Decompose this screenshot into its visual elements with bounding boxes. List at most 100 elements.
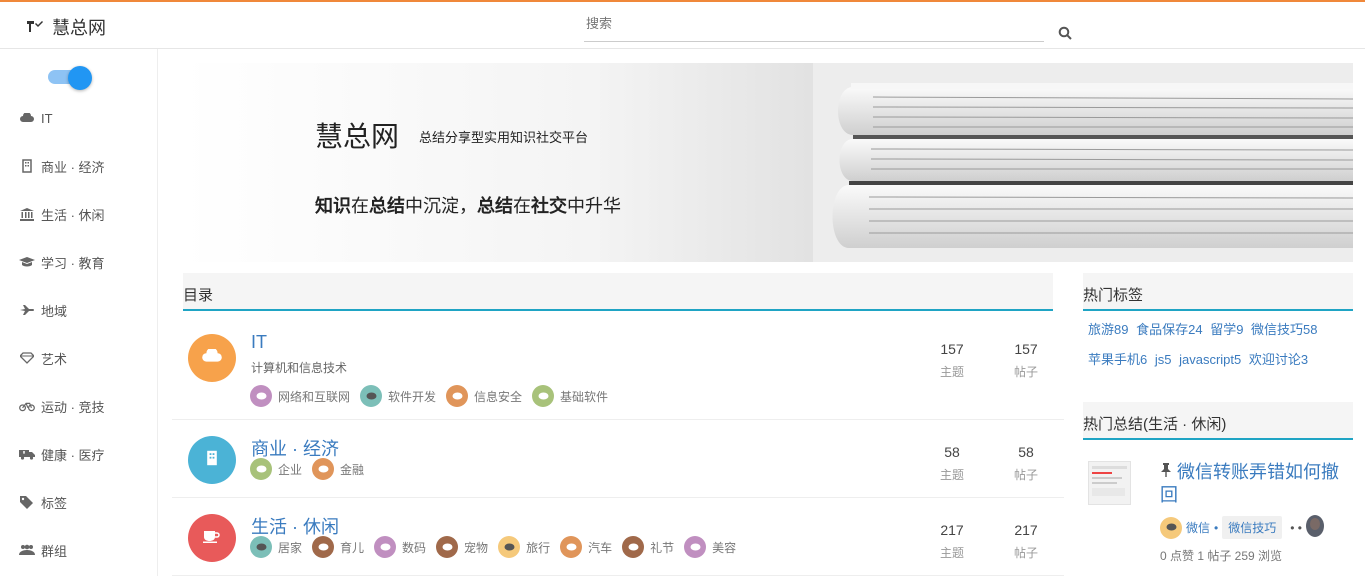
post-category[interactable]: 微信	[1186, 519, 1210, 536]
subcategory-tag[interactable]: 软件开发	[360, 385, 436, 407]
subcategory-label: 礼节	[650, 540, 675, 555]
hot-tag-link[interactable]: js5	[1155, 352, 1172, 367]
site-logo[interactable]: 慧总网	[26, 14, 106, 40]
sidebar: IT 商业 · 经济 生活 · 休闲 学习 · 教育 地域 艺术 运动 · 竞技…	[0, 49, 158, 576]
subcategory-tag[interactable]: 旅行	[498, 536, 550, 558]
search-field[interactable]	[584, 12, 1044, 42]
hot-tag-link[interactable]: 苹果手机6	[1088, 352, 1147, 367]
hot-tag-link[interactable]: 欢迎讨论3	[1249, 352, 1308, 367]
hot-tags-line: 旅游89 食品保存24 留学9 微信技巧58	[1088, 319, 1322, 338]
more-dots-icon: • •	[1290, 520, 1302, 535]
tags-icon	[19, 495, 35, 509]
hot-tag-link[interactable]: 食品保存24	[1136, 322, 1202, 337]
subcategory-label: 居家	[278, 540, 303, 555]
logo-mark-icon	[26, 19, 44, 36]
subcategory-tag[interactable]: 基础软件	[532, 385, 608, 407]
subcategory-tag[interactable]: 网络和互联网	[250, 385, 350, 407]
subcategory-label: 美容	[712, 540, 737, 555]
sidebar-item-tags[interactable]: 标签	[19, 492, 67, 512]
subcategory-label: 软件开发	[388, 389, 437, 404]
posts-stat: 157 帖子	[996, 341, 1056, 380]
sidebar-item-label: 群组	[41, 543, 68, 559]
category-row-it[interactable]: IT 计算机和信息技术 网络和互联网 软件开发 信息安全 基础软件 157 主题…	[172, 320, 1064, 420]
category-title[interactable]: IT	[251, 332, 267, 353]
subcategory-label: 信息安全	[474, 389, 523, 404]
chat-icon	[250, 385, 272, 407]
diamond-icon	[19, 351, 35, 365]
sidebar-item-label: 地域	[41, 303, 68, 319]
slogan-part: 中沉淀，	[405, 196, 477, 216]
hot-tag-link[interactable]: 旅游89	[1088, 322, 1128, 337]
meta-separator: •	[1214, 520, 1219, 535]
sidebar-item-health[interactable]: 健康 · 医疗	[19, 444, 105, 464]
post-title: 微信转账弄错如何撤回	[1160, 462, 1340, 505]
hot-tag-link[interactable]: 留学9	[1210, 322, 1243, 337]
subcategory-label: 网络和互联网	[278, 389, 351, 404]
sidebar-item-education[interactable]: 学习 · 教育	[19, 252, 105, 272]
subcategory-tag[interactable]: 汽车	[560, 536, 612, 558]
post-tag[interactable]: 微信技巧	[1222, 516, 1283, 539]
sidebar-item-label: IT	[41, 110, 53, 126]
slogan-part: 知识	[315, 196, 351, 216]
subcategory-tag[interactable]: 金融	[312, 458, 364, 480]
topics-stat: 58 主题	[922, 444, 982, 483]
subcategory-tag[interactable]: 礼节	[622, 536, 674, 558]
plane-icon	[19, 303, 35, 317]
avatar[interactable]	[1305, 514, 1324, 541]
chat-icon	[446, 385, 469, 407]
subcategory-label: 汽车	[588, 540, 613, 555]
slogan-part: 总结	[369, 196, 405, 216]
topics-count: 217	[940, 522, 964, 538]
category-row-business[interactable]: 商业 · 经济 企业 金融 58 主题 58 帖子	[172, 420, 1064, 498]
subcategory-label: 育儿	[340, 540, 365, 555]
sidebar-item-art[interactable]: 艺术	[19, 348, 67, 368]
post-title-link[interactable]: 微信转账弄错如何撤回	[1160, 461, 1350, 507]
search-input[interactable]	[586, 16, 1042, 31]
subcategory-tag[interactable]: 企业	[250, 458, 302, 480]
cloud-icon	[19, 111, 35, 125]
catalog-heading: 目录	[183, 287, 214, 304]
slogan-part: 在	[351, 196, 369, 216]
hot-summary-header: 热门总结(生活 · 休闲)	[1083, 402, 1353, 440]
sidebar-item-region[interactable]: 地域	[19, 300, 67, 320]
sidebar-item-it[interactable]: IT	[19, 108, 53, 128]
banner-title: 慧总网	[315, 121, 400, 152]
subcategory-label: 旅行	[526, 540, 551, 555]
subcategory-tag[interactable]: 数码	[374, 536, 426, 558]
posts-stat: 217 帖子	[996, 522, 1056, 561]
slogan-part: 总结	[477, 196, 513, 216]
subcategory-tag[interactable]: 美容	[684, 536, 736, 558]
post-thumbnail[interactable]	[1088, 461, 1131, 505]
subcategory-tag[interactable]: 信息安全	[446, 385, 522, 407]
category-row-life[interactable]: 生活 · 休闲 居家 育儿 数码 宠物 旅行 汽车 礼节 美容 217 主题 2…	[172, 498, 1064, 576]
category-description: 计算机和信息技术	[251, 361, 348, 375]
subcategory-label: 宠物	[464, 540, 489, 555]
hot-tag-link[interactable]: 微信技巧58	[1251, 322, 1317, 337]
site-name: 慧总网	[52, 18, 106, 38]
topics-count: 157	[940, 341, 964, 357]
sidebar-item-business[interactable]: 商业 · 经济	[19, 156, 105, 176]
chat-icon	[532, 385, 555, 407]
subcategory-list: 居家 育儿 数码 宠物 旅行 汽车 礼节 美容	[250, 536, 736, 558]
subcategory-tag[interactable]: 宠物	[436, 536, 488, 558]
sidebar-item-life[interactable]: 生活 · 休闲	[19, 204, 105, 224]
posts-stat: 58 帖子	[996, 444, 1056, 483]
chat-icon	[436, 536, 459, 558]
sidebar-item-groups[interactable]: 群组	[19, 540, 67, 560]
subcategory-label: 金融	[340, 462, 365, 477]
hot-tag-link[interactable]: javascript5	[1179, 352, 1241, 367]
sidebar-item-sports[interactable]: 运动 · 竞技	[19, 396, 105, 416]
chat-icon	[622, 536, 645, 558]
post-meta: 微信 • 微信技巧 • •	[1160, 514, 1324, 541]
subcategory-tag[interactable]: 居家	[250, 536, 302, 558]
chat-icon	[312, 536, 335, 558]
chat-icon	[1160, 516, 1182, 539]
subcategory-label: 数码	[402, 540, 427, 555]
subcategory-tag[interactable]: 育儿	[312, 536, 364, 558]
subcategory-label: 企业	[278, 462, 303, 477]
sidebar-toggle[interactable]	[48, 66, 92, 90]
search-icon[interactable]	[1058, 26, 1074, 42]
catalog-header: 目录	[183, 273, 1053, 311]
chat-icon	[250, 458, 272, 480]
sidebar-item-label: 健康 · 医疗	[41, 447, 105, 463]
